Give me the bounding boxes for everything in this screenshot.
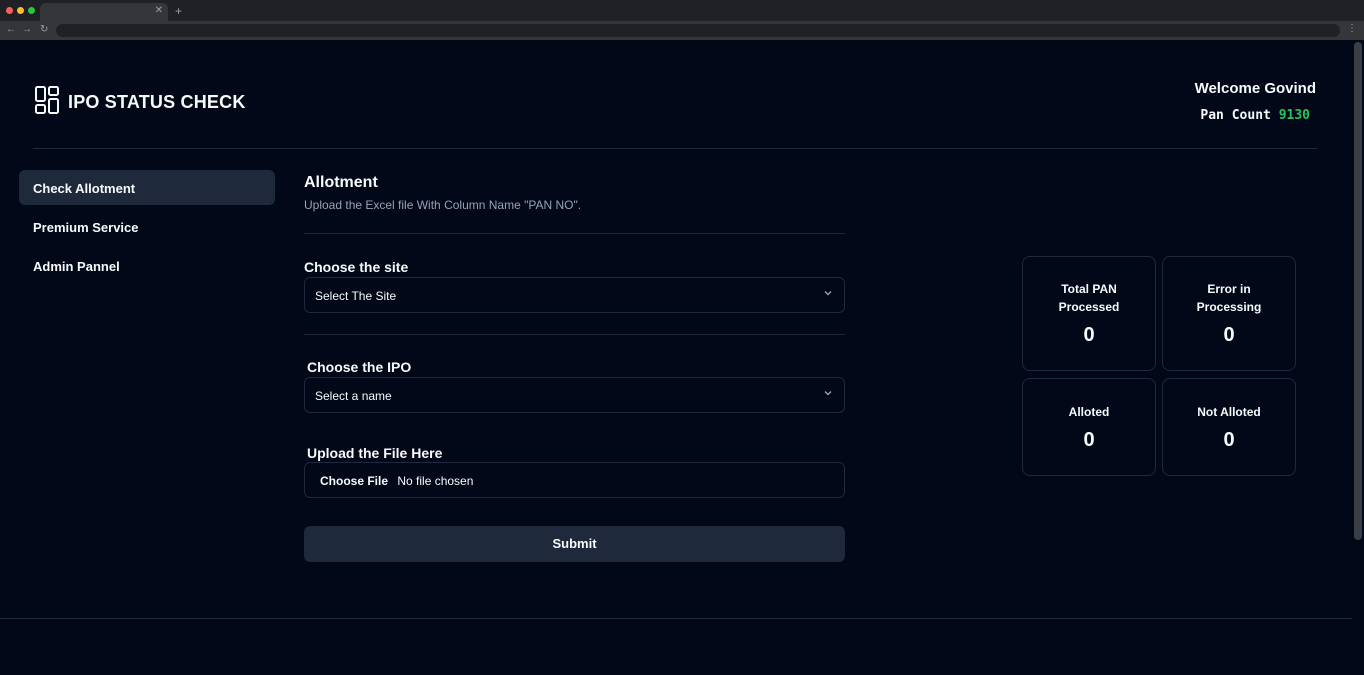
- stat-card-errors: Error in Processing 0: [1162, 256, 1296, 371]
- choose-file-button[interactable]: Choose File: [320, 474, 388, 488]
- file-status: No file chosen: [397, 474, 474, 488]
- stat-label-line: Processed: [1058, 300, 1120, 314]
- chevron-down-icon: [824, 391, 832, 396]
- site-select[interactable]: Select The Site: [304, 277, 845, 313]
- forward-icon[interactable]: →: [22, 24, 32, 35]
- back-icon[interactable]: ←: [6, 24, 16, 35]
- pan-count: Pan Count 9130: [1200, 108, 1310, 123]
- stat-value: 0: [1083, 324, 1095, 346]
- stat-card-total-processed: Total PAN Processed 0: [1022, 256, 1156, 371]
- footer-divider: [0, 618, 1352, 619]
- browser-menu-icon[interactable]: ⋮: [1347, 23, 1357, 34]
- form-divider: [304, 233, 845, 234]
- stat-label-line: Total PAN: [1061, 282, 1117, 296]
- stat-label: Not Alloted: [1197, 405, 1261, 419]
- sidebar-item-check-allotment[interactable]: Check Allotment: [19, 170, 275, 205]
- stat-label-line: Processing: [1196, 300, 1262, 314]
- header-divider: [33, 148, 1317, 149]
- stat-label: Error in Processing: [1163, 280, 1295, 316]
- new-tab-icon[interactable]: +: [175, 4, 182, 18]
- chevron-down-icon: [824, 291, 832, 296]
- layout-dashboard-icon: [35, 86, 59, 114]
- browser-tab-strip: ✕ +: [0, 0, 1364, 21]
- ipo-select[interactable]: Select a name: [304, 377, 845, 413]
- minimize-window-button[interactable]: [17, 7, 24, 14]
- file-upload-input[interactable]: Choose File No file chosen: [304, 462, 845, 498]
- page-scrollbar[interactable]: [1354, 42, 1362, 540]
- submit-button[interactable]: Submit: [304, 526, 845, 562]
- ipo-label: Choose the IPO: [307, 359, 412, 375]
- app-title: IPO STATUS CHECK: [68, 92, 246, 112]
- address-bar[interactable]: [56, 24, 1340, 37]
- close-window-button[interactable]: [6, 7, 13, 14]
- pan-count-value: 9130: [1278, 108, 1310, 123]
- stat-label: Alloted: [1068, 405, 1110, 419]
- site-select-value: Select The Site: [315, 289, 397, 303]
- sidebar-item-premium-service[interactable]: Premium Service: [19, 209, 275, 244]
- stat-label-line: Error in: [1207, 282, 1251, 296]
- tab-close-icon[interactable]: ✕: [155, 5, 163, 16]
- reload-icon[interactable]: ↻: [40, 24, 48, 35]
- welcome-message: Welcome Govind: [1194, 80, 1316, 97]
- pan-count-label: Pan Count: [1200, 108, 1271, 123]
- form-divider: [304, 334, 845, 335]
- browser-tab[interactable]: ✕: [40, 3, 168, 21]
- upload-label: Upload the File Here: [307, 445, 443, 461]
- sidebar-item-admin-pannel[interactable]: Admin Pannel: [19, 248, 275, 283]
- maximize-window-button[interactable]: [28, 7, 35, 14]
- stat-value: 0: [1223, 324, 1235, 346]
- section-title: Allotment: [304, 174, 378, 191]
- stat-card-not-alloted: Not Alloted 0: [1162, 378, 1296, 476]
- sidebar-item-label: Admin Pannel: [33, 259, 120, 274]
- site-label: Choose the site: [304, 259, 409, 275]
- stat-card-alloted: Alloted 0: [1022, 378, 1156, 476]
- sidebar-item-label: Check Allotment: [33, 181, 136, 196]
- sidebar-item-label: Premium Service: [33, 220, 139, 235]
- stat-label: Total PAN Processed: [1023, 280, 1155, 316]
- stat-value: 0: [1223, 429, 1235, 451]
- stat-value: 0: [1083, 429, 1095, 451]
- browser-toolbar: ← → ↻ ⋮: [0, 21, 1364, 40]
- ipo-select-value: Select a name: [315, 389, 392, 403]
- section-subtitle: Upload the Excel file With Column Name "…: [304, 198, 582, 212]
